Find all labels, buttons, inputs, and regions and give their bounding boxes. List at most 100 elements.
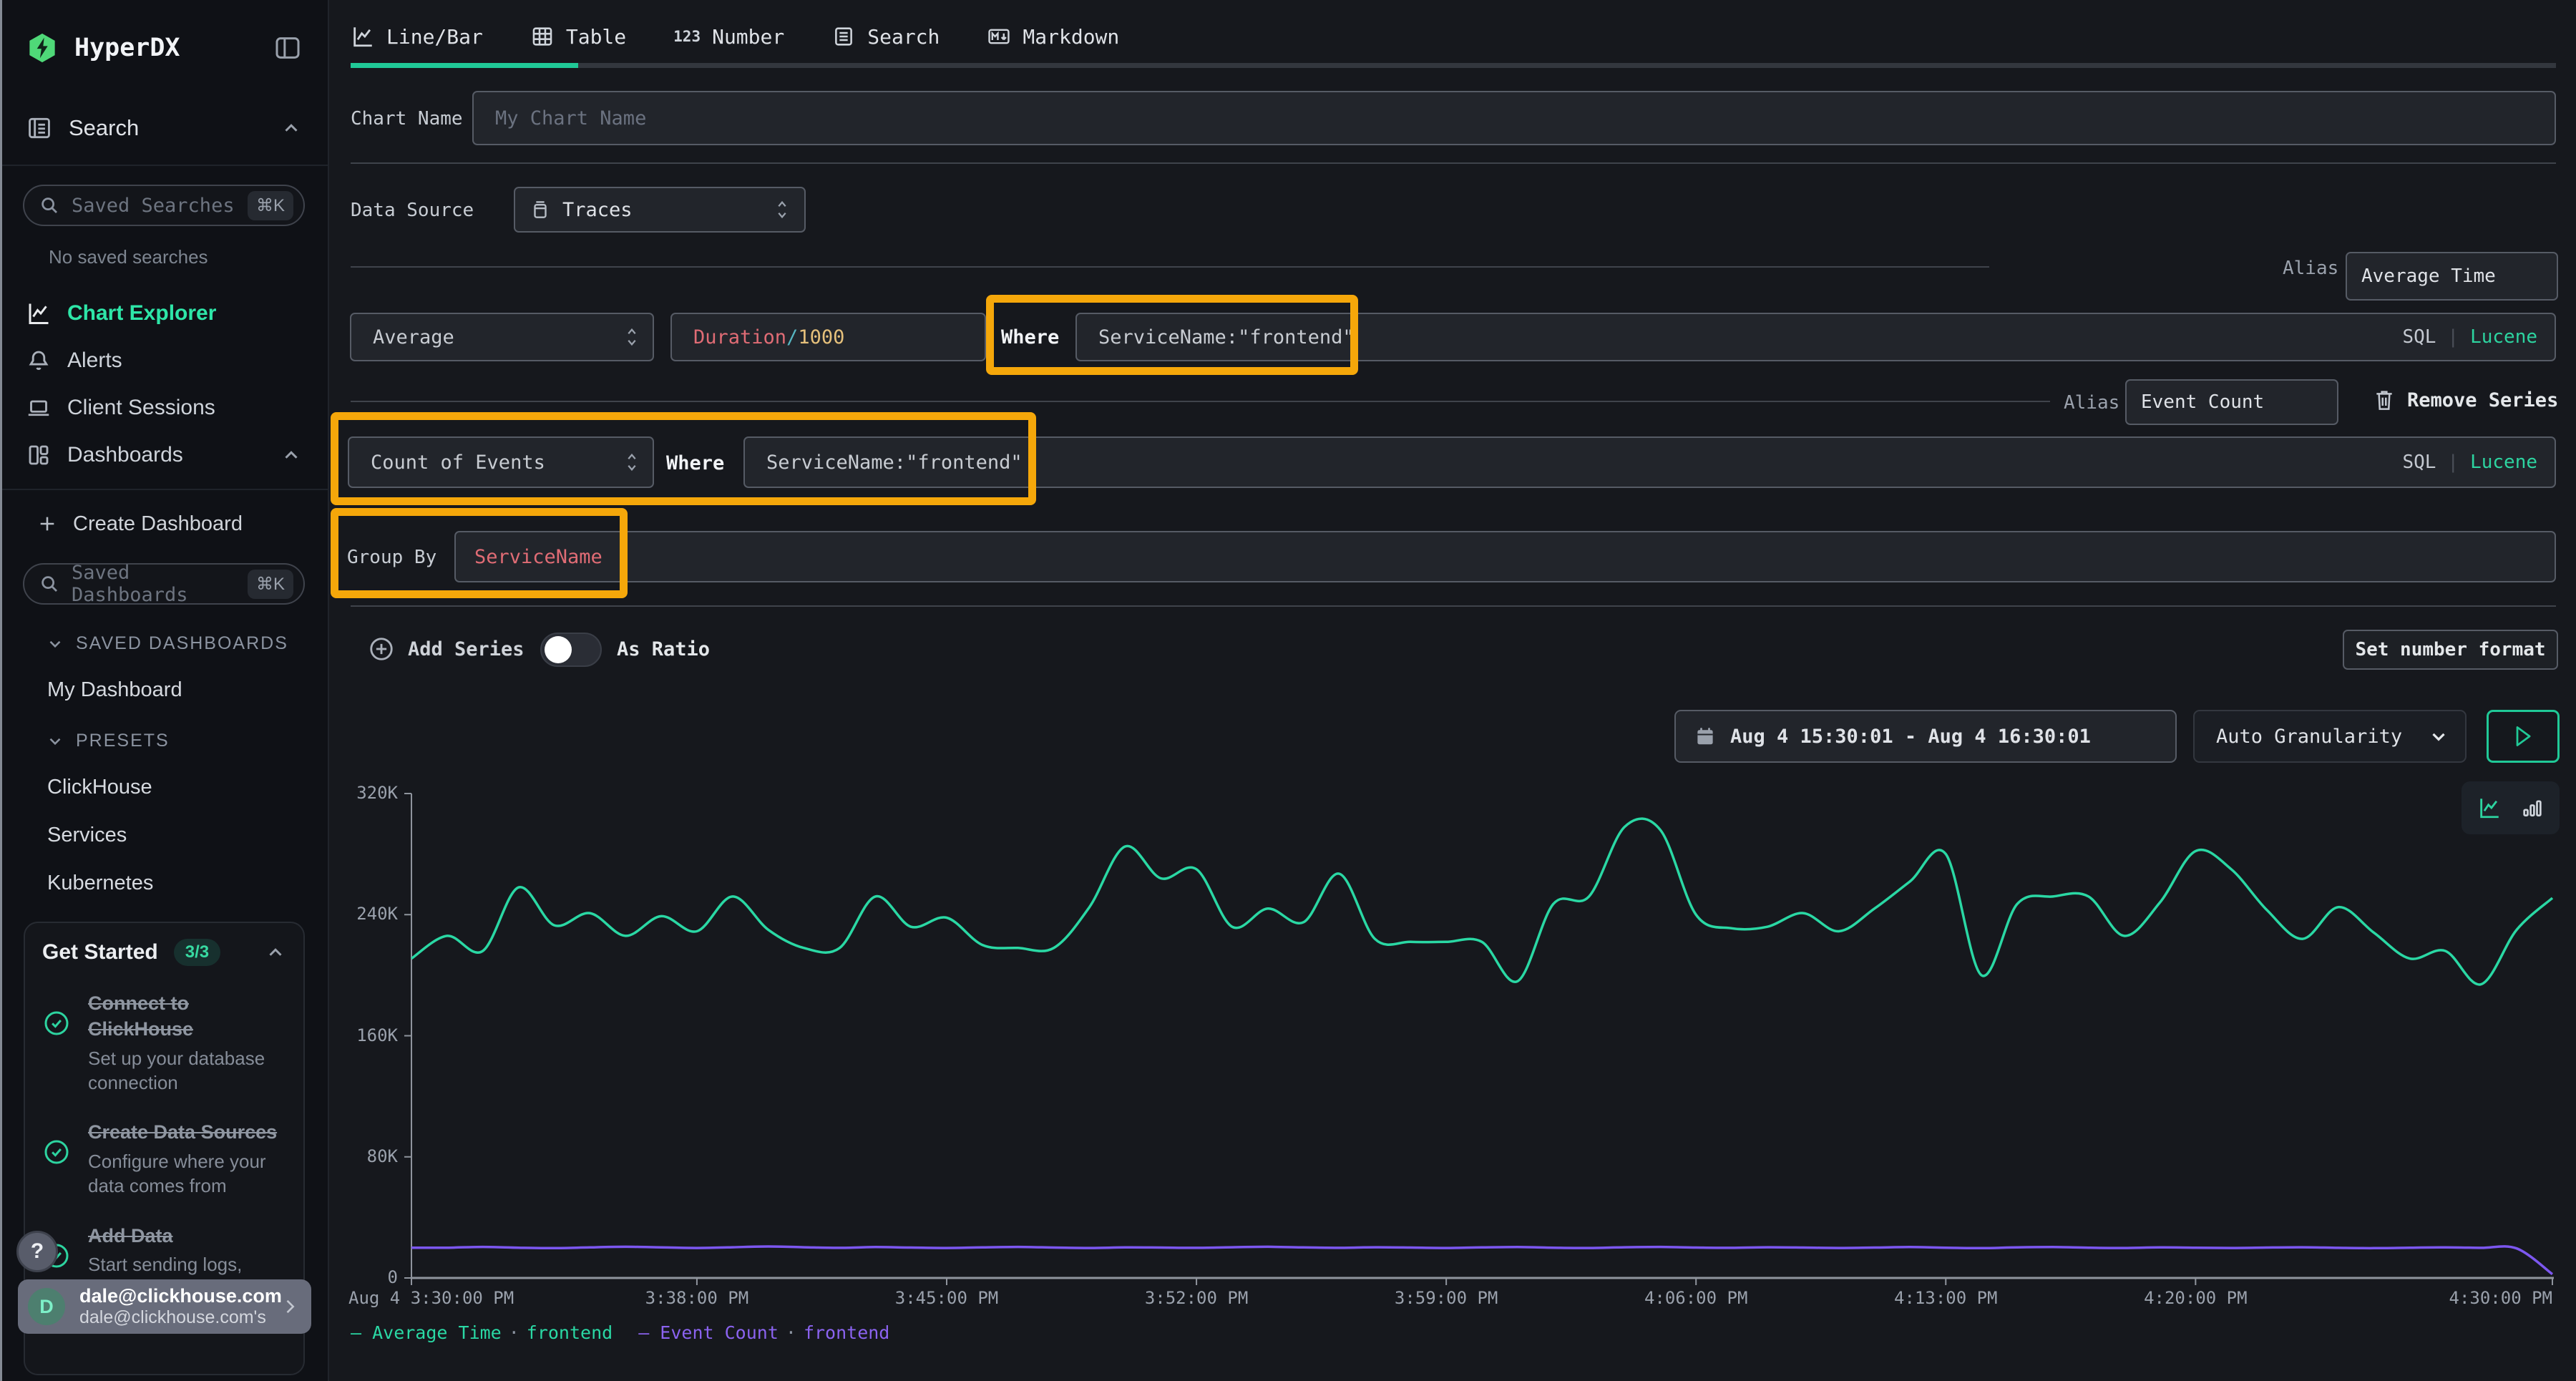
sql-mode-button[interactable]: SQL: [2402, 452, 2436, 473]
check-circle-icon: [42, 1138, 71, 1166]
select-chevrons-icon: [773, 197, 791, 222]
get-started-progress-badge: 3/3: [174, 939, 220, 966]
timeseries-chart[interactable]: [396, 778, 2557, 1287]
sidebar-item-my-dashboard[interactable]: My Dashboard: [0, 678, 328, 702]
group-by-input[interactable]: ServiceName: [454, 531, 2556, 582]
help-button[interactable]: ?: [16, 1231, 58, 1272]
tab-markdown[interactable]: Markdown: [987, 16, 1119, 57]
search-section-icon: [26, 114, 53, 142]
chart-name-placeholder: My Chart Name: [495, 107, 646, 130]
data-source-select[interactable]: Traces: [514, 187, 806, 233]
legend-item-event-count[interactable]: — Event Count·frontend: [638, 1322, 889, 1343]
sidebar-item-kubernetes[interactable]: Kubernetes: [0, 872, 328, 895]
divider: [351, 162, 2556, 164]
sidebar-item-chart-explorer[interactable]: Chart Explorer: [0, 290, 328, 337]
sidebar: HyperDX Search Saved Searches ⌘K No save…: [0, 0, 329, 1381]
remove-series-button[interactable]: Remove Series: [2373, 387, 2558, 413]
saved-searches-input[interactable]: Saved Searches ⌘K: [23, 185, 305, 226]
group-by-label: Group By: [347, 547, 436, 568]
toggle-knob: [545, 636, 572, 663]
tab-line-bar[interactable]: Line/Bar: [351, 16, 483, 57]
date-range-value: Aug 4 15:30:01 - Aug 4 16:30:01: [1730, 726, 2091, 748]
sidebar-item-dashboards[interactable]: Dashboards: [0, 431, 328, 479]
traces-source-icon: [530, 199, 551, 220]
where-label: Where: [666, 452, 724, 474]
chevron-up-icon[interactable]: [265, 942, 286, 963]
alias-input-event-count[interactable]: Event Count: [2125, 379, 2338, 425]
get-started-title: Get Started: [42, 940, 158, 965]
sidebar-item-alerts[interactable]: Alerts: [0, 337, 328, 384]
dashboards-icon: [26, 442, 52, 468]
where-input-series-1[interactable]: ServiceName:"frontend" SQL | Lucene: [1075, 313, 2556, 361]
tab-underline: [351, 63, 2556, 68]
sidebar-collapse-icon[interactable]: [273, 34, 302, 62]
chart-name-label: Chart Name: [351, 108, 463, 130]
tab-number[interactable]: 123 Number: [673, 16, 784, 57]
play-icon: [2513, 725, 2533, 748]
lucene-mode-button[interactable]: Lucene: [2470, 452, 2537, 473]
add-series-button[interactable]: Add Series: [368, 635, 525, 663]
field-expression-input[interactable]: Duration/1000: [670, 313, 986, 361]
saved-searches-placeholder: Saved Searches: [72, 195, 248, 217]
chevron-up-icon: [280, 117, 302, 139]
aggregation-select-average[interactable]: Average: [350, 313, 654, 361]
tab-table[interactable]: Table: [530, 16, 626, 57]
chart-name-input[interactable]: My Chart Name: [472, 91, 2556, 145]
chevron-down-icon: [2428, 726, 2449, 747]
series-line-average-time: [411, 819, 2552, 985]
chart-explorer-icon: [26, 301, 52, 326]
lucene-mode-button[interactable]: Lucene: [2470, 326, 2537, 348]
sidebar-item-clickhouse[interactable]: ClickHouse: [0, 776, 328, 799]
calendar-icon: [1694, 725, 1716, 748]
legend-item-average-time[interactable]: — Average Time·frontend: [351, 1322, 613, 1343]
search-icon: [39, 573, 60, 595]
user-email: dale@clickhouse.com: [79, 1285, 280, 1307]
number-123-icon: 123: [673, 28, 701, 45]
alias-input-average-time[interactable]: Average Time: [2346, 252, 2558, 301]
sidebar-item-client-sessions[interactable]: Client Sessions: [0, 384, 328, 431]
sidebar-section-search[interactable]: Search: [0, 110, 328, 146]
tab-search[interactable]: Search: [831, 16, 940, 57]
user-subtitle: dale@clickhouse.com's: [79, 1307, 280, 1328]
date-range-input[interactable]: Aug 4 15:30:01 - Aug 4 16:30:01: [1674, 710, 2177, 763]
laptop-icon: [26, 395, 52, 421]
series-line-event-count: [411, 1246, 2552, 1274]
as-ratio-label: As Ratio: [617, 638, 710, 660]
where-label: Where: [1001, 326, 1059, 348]
logo-row: HyperDX: [0, 0, 328, 64]
user-menu[interactable]: D dale@clickhouse.com dale@clickhouse.co…: [18, 1279, 311, 1334]
search-icon: [39, 195, 60, 216]
sidebar-divider: [0, 165, 328, 166]
aggregation-select-count[interactable]: Count of Events: [348, 436, 654, 488]
get-started-item-connect[interactable]: Connect to ClickHouse Set up your databa…: [42, 990, 286, 1095]
sql-mode-button[interactable]: SQL: [2402, 326, 2436, 348]
as-ratio-toggle[interactable]: [540, 633, 602, 667]
presets-header[interactable]: PRESETS: [0, 731, 328, 751]
set-number-format-button[interactable]: Set number format: [2343, 630, 2558, 670]
where-input-series-2[interactable]: ServiceName:"frontend" SQL | Lucene: [743, 436, 2556, 488]
chart-legend: — Average Time·frontend — Event Count·fro…: [351, 1322, 889, 1343]
granularity-value: Auto Granularity: [2216, 726, 2402, 748]
shortcut-badge: ⌘K: [248, 570, 293, 599]
search-list-icon: [831, 24, 856, 49]
saved-dashboards-placeholder: Saved Dashboards: [72, 562, 248, 606]
divider: [351, 266, 1989, 268]
granularity-select[interactable]: Auto Granularity: [2193, 710, 2467, 763]
markdown-icon: [987, 24, 1011, 49]
sidebar-item-services[interactable]: Services: [0, 824, 328, 847]
saved-dashboards-header[interactable]: SAVED DASHBOARDS: [0, 633, 328, 654]
get-started-item-datasources[interactable]: Create Data Sources Configure where your…: [42, 1119, 286, 1198]
run-query-button[interactable]: [2487, 710, 2560, 763]
alias-label: Alias: [2064, 392, 2119, 414]
chevron-right-icon: [280, 1297, 300, 1317]
divider: [351, 605, 2556, 607]
line-chart-icon: [351, 24, 375, 49]
create-dashboard-button[interactable]: Create Dashboard: [0, 503, 328, 545]
data-source-label: Data Source: [351, 200, 474, 221]
sidebar-nav: Chart Explorer Alerts Client Sessions Da…: [0, 290, 328, 479]
window-edge: [0, 0, 2, 1381]
app-title: HyperDX: [74, 34, 273, 62]
sidebar-divider: [0, 489, 328, 490]
saved-dashboards-input[interactable]: Saved Dashboards ⌘K: [23, 563, 305, 605]
chevron-up-icon: [280, 444, 302, 466]
